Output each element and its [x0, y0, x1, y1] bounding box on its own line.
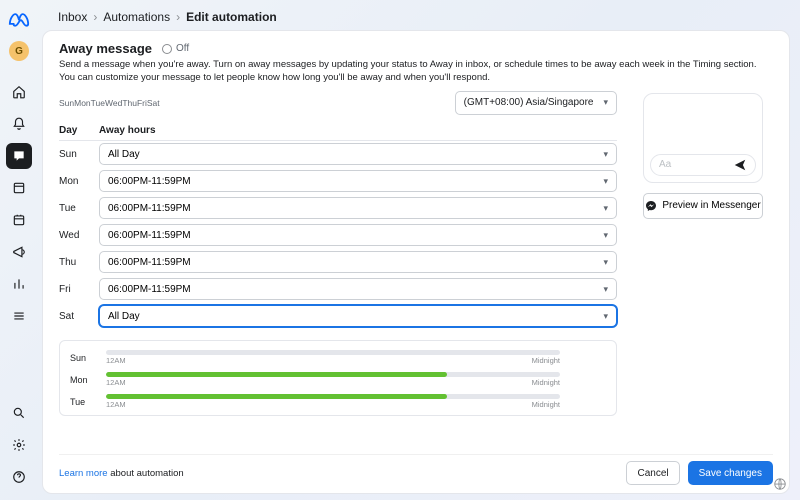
timeline-start-label: 12AM: [106, 378, 126, 387]
hours-value: 06:00PM-11:59PM: [108, 176, 191, 187]
messenger-icon: [645, 200, 657, 212]
chevron-down-icon: ▾: [603, 176, 608, 187]
day-label: Sat: [59, 311, 99, 322]
home-icon[interactable]: [6, 79, 32, 105]
day-label: Fri: [59, 284, 99, 295]
cancel-button[interactable]: Cancel: [626, 461, 679, 485]
posts-icon[interactable]: [6, 175, 32, 201]
timeline-day-label: Mon: [70, 375, 98, 385]
send-icon[interactable]: [733, 158, 747, 172]
hours-value: All Day: [108, 311, 140, 322]
breadcrumb-current: Edit automation: [186, 10, 277, 24]
timeline-track[interactable]: [106, 372, 560, 377]
save-changes-button[interactable]: Save changes: [688, 461, 773, 485]
schedule-row-sun: Sun All Day ▾: [59, 141, 617, 168]
globe-icon[interactable]: [773, 477, 787, 491]
calendar-icon[interactable]: [6, 207, 32, 233]
menu-icon[interactable]: [6, 303, 32, 329]
left-nav-rail: G: [0, 0, 38, 500]
hours-value: All Day: [108, 149, 140, 160]
hours-select-thu[interactable]: 06:00PM-11:59PM ▾: [99, 251, 617, 273]
status-label: Off: [176, 43, 189, 54]
col-hours-header: Away hours: [99, 125, 156, 136]
status-toggle[interactable]: Off: [162, 43, 189, 54]
preview-in-messenger-button[interactable]: Preview in Messenger: [643, 193, 763, 219]
search-icon[interactable]: [6, 400, 32, 426]
card-title: Away message: [59, 41, 152, 56]
mini-day-labels: SunMonTueWedThuFriSat: [59, 98, 160, 108]
day-label: Mon: [59, 176, 99, 187]
timeline-track[interactable]: [106, 394, 560, 399]
day-label: Sun: [59, 149, 99, 160]
hours-value: 06:00PM-11:59PM: [108, 230, 191, 241]
meta-logo[interactable]: [8, 8, 30, 35]
hours-value: 06:00PM-11:59PM: [108, 257, 191, 268]
hours-select-sat[interactable]: All Day ▾: [99, 305, 617, 327]
timeline-row-mon: Mon 12AM Midnight: [70, 369, 606, 391]
chevron-down-icon: ▾: [603, 257, 608, 268]
card-description: Send a message when you're away. Turn on…: [59, 59, 773, 85]
timeline-day-label: Tue: [70, 397, 98, 407]
compose-bar: Aa: [650, 154, 756, 176]
learn-more-text: Learn more about automation: [59, 468, 184, 479]
breadcrumb-inbox[interactable]: Inbox: [58, 10, 87, 24]
bell-icon[interactable]: [6, 111, 32, 137]
timeline-row-tue: Tue 12AM Midnight: [70, 391, 606, 413]
col-day-header: Day: [59, 125, 99, 136]
card-footer: Learn more about automation Cancel Save …: [59, 454, 773, 485]
timeline-start-label: 12AM: [106, 356, 126, 365]
schedule-row-tue: Tue 06:00PM-11:59PM ▾: [59, 195, 617, 222]
timeline-track[interactable]: [106, 350, 560, 355]
schedule-row-mon: Mon 06:00PM-11:59PM ▾: [59, 168, 617, 195]
timeline-end-label: Midnight: [532, 378, 560, 387]
hours-value: 06:00PM-11:59PM: [108, 284, 191, 295]
chevron-down-icon: ▾: [603, 230, 608, 241]
message-preview: Aa: [643, 93, 763, 183]
timeline-end-label: Midnight: [532, 356, 560, 365]
insights-icon[interactable]: [6, 271, 32, 297]
timeline-start-label: 12AM: [106, 400, 126, 409]
settings-icon[interactable]: [6, 432, 32, 458]
hours-select-sun[interactable]: All Day ▾: [99, 143, 617, 165]
hours-select-fri[interactable]: 06:00PM-11:59PM ▾: [99, 278, 617, 300]
schedule-header: Day Away hours: [59, 125, 617, 141]
timeline-row-sun: Sun 12AM Midnight: [70, 347, 606, 369]
chevron-down-icon: ▾: [603, 203, 608, 214]
main-column: Inbox › Automations › Edit automation Aw…: [38, 0, 800, 500]
timezone-select[interactable]: (GMT+08:00) Asia/Singapore ▾: [455, 91, 617, 115]
timeline-end-label: Midnight: [532, 400, 560, 409]
breadcrumb: Inbox › Automations › Edit automation: [42, 6, 790, 30]
schedule-row-fri: Fri 06:00PM-11:59PM ▾: [59, 276, 617, 303]
hours-select-wed[interactable]: 06:00PM-11:59PM ▾: [99, 224, 617, 246]
timeline-day-label: Sun: [70, 353, 98, 363]
chevron-down-icon: ▾: [603, 311, 608, 322]
day-label: Thu: [59, 257, 99, 268]
chevron-right-icon: ›: [176, 10, 180, 24]
radio-off-icon: [162, 44, 172, 54]
hours-value: 06:00PM-11:59PM: [108, 203, 191, 214]
day-label: Tue: [59, 203, 99, 214]
day-label: Wed: [59, 230, 99, 241]
automation-card: Away message Off Send a message when you…: [42, 30, 790, 494]
chevron-down-icon: ▾: [603, 284, 608, 295]
ads-icon[interactable]: [6, 239, 32, 265]
hours-select-tue[interactable]: 06:00PM-11:59PM ▾: [99, 197, 617, 219]
hours-select-mon[interactable]: 06:00PM-11:59PM ▾: [99, 170, 617, 192]
chevron-down-icon: ▾: [603, 97, 608, 108]
preview-button-label: Preview in Messenger: [662, 200, 760, 211]
chevron-down-icon: ▾: [603, 149, 608, 160]
account-avatar[interactable]: G: [9, 41, 29, 61]
timezone-value: (GMT+08:00) Asia/Singapore: [464, 97, 594, 108]
schedule-row-sat: Sat All Day ▾: [59, 303, 617, 330]
help-icon[interactable]: [6, 464, 32, 490]
learn-more-link[interactable]: Learn more: [59, 468, 108, 479]
compose-placeholder[interactable]: Aa: [659, 159, 727, 170]
breadcrumb-automations[interactable]: Automations: [103, 10, 170, 24]
schedule-row-wed: Wed 06:00PM-11:59PM ▾: [59, 222, 617, 249]
timeline-panel: Sun 12AM Midnight Mon 12AM Midnight: [59, 340, 617, 416]
schedule-row-thu: Thu 06:00PM-11:59PM ▾: [59, 249, 617, 276]
learn-more-rest: about automation: [108, 468, 184, 479]
chevron-right-icon: ›: [93, 10, 97, 24]
inbox-icon[interactable]: [6, 143, 32, 169]
